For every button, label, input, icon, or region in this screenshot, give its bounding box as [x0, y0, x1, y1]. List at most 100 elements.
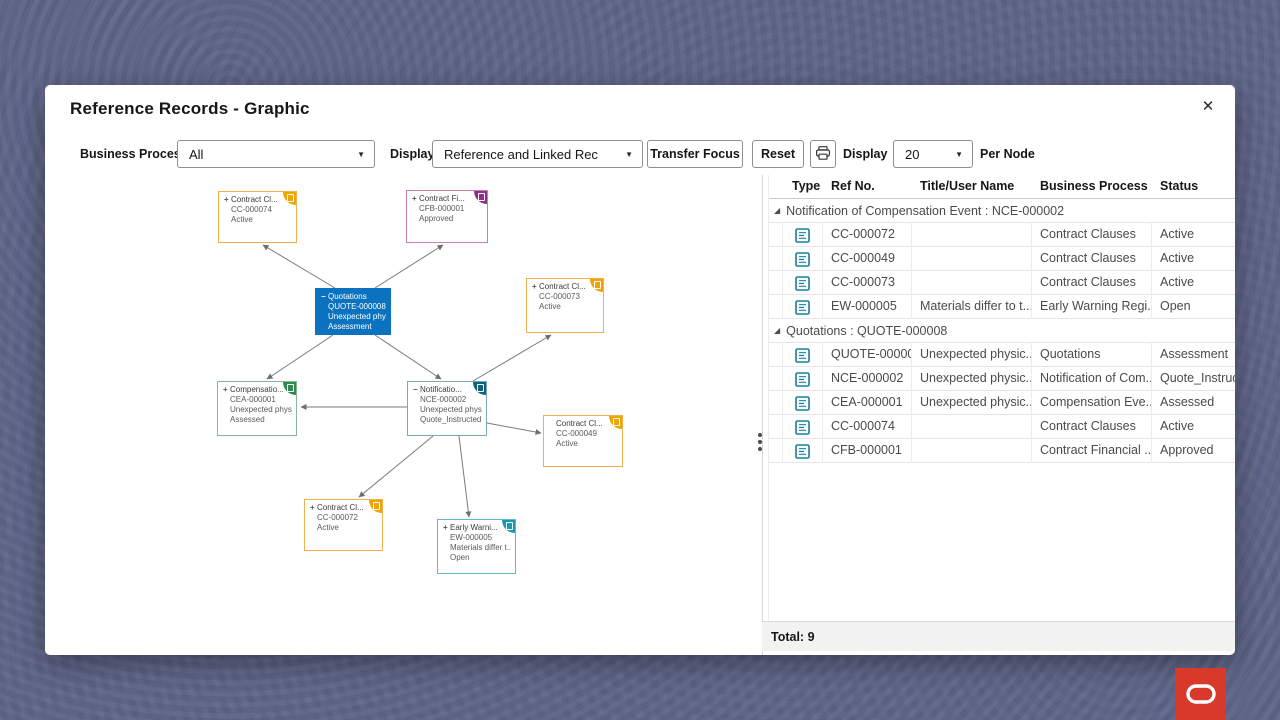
- cell-bp: Contract Clauses: [1032, 415, 1152, 439]
- table-row[interactable]: EW-000005 Materials differ to t... Early…: [769, 295, 1235, 319]
- graph-node-cc-000049[interactable]: Contract Cl... CC-000049 Active: [543, 415, 623, 467]
- node-desc: Unexpected physica...: [413, 405, 482, 415]
- col-header-type: Type: [783, 175, 823, 199]
- cell-ref: CFB-000001: [823, 439, 912, 463]
- cell-title: Unexpected physic...: [912, 367, 1032, 391]
- display-count-label: Display: [843, 147, 887, 161]
- graph-node-quote-000008-focus[interactable]: −Quotations QUOTE-000008 Unexpected phys…: [315, 288, 391, 335]
- cell-ref: EW-000005: [823, 295, 912, 319]
- collapse-icon[interactable]: −: [321, 292, 328, 302]
- cell-bp: Contract Clauses: [1032, 247, 1152, 271]
- node-title: Contract Cl...: [539, 282, 586, 291]
- record-type-icon: [783, 295, 823, 319]
- cell-status: Assessed: [1152, 391, 1235, 415]
- close-icon[interactable]: ✕: [1197, 95, 1219, 117]
- graph-node-cea-000001[interactable]: +Compensatio... CEA-000001 Unexpected ph…: [217, 381, 297, 436]
- cell-status: Active: [1152, 247, 1235, 271]
- print-button[interactable]: [810, 140, 836, 168]
- cell-status: Assessment: [1152, 343, 1235, 367]
- relationship-graph: +Contract Cl... CC-000074 Active +Contra…: [45, 175, 762, 655]
- pane-divider: [762, 175, 763, 655]
- graph-node-ew-000005[interactable]: +Early Warni... EW-000005 Materials diff…: [437, 519, 516, 574]
- group-row-nce[interactable]: ◢ Notification of Compensation Event : N…: [769, 199, 1235, 223]
- collapse-icon[interactable]: −: [413, 385, 420, 395]
- node-title: Compensatio...: [230, 385, 284, 394]
- expand-icon[interactable]: +: [223, 385, 230, 395]
- cell-ref: QUOTE-000008: [823, 343, 912, 367]
- cell-bp: Contract Clauses: [1032, 223, 1152, 247]
- node-ref: EW-000005: [443, 533, 511, 543]
- table-row[interactable]: CEA-000001 Unexpected physic... Compensa…: [769, 391, 1235, 415]
- cell-ref: CC-000049: [823, 247, 912, 271]
- transfer-focus-button[interactable]: Transfer Focus: [647, 140, 743, 168]
- table-row[interactable]: CC-000072 Contract Clauses Active: [769, 223, 1235, 247]
- cell-status: Active: [1152, 223, 1235, 247]
- graph-node-cc-000074[interactable]: +Contract Cl... CC-000074 Active: [218, 191, 297, 243]
- node-title: Contract Fi...: [419, 194, 465, 203]
- cell-title: Materials differ to t...: [912, 295, 1032, 319]
- cell-bp: Notification of Com...: [1032, 367, 1152, 391]
- cell-title: [912, 271, 1032, 295]
- reset-button[interactable]: Reset: [752, 140, 804, 168]
- table-row[interactable]: QUOTE-000008 Unexpected physic... Quotat…: [769, 343, 1235, 367]
- desktop-background: Reference Records - Graphic ✕ Business P…: [0, 0, 1280, 720]
- col-header-title: Title/User Name: [912, 175, 1032, 199]
- node-desc: Unexpected physica: [321, 312, 386, 322]
- col-header-bp: Business Process: [1032, 175, 1152, 199]
- cell-status: Active: [1152, 415, 1235, 439]
- expand-icon[interactable]: +: [532, 282, 539, 292]
- graph-node-nce-000002[interactable]: −Notificatio... NCE-000002 Unexpected ph…: [407, 381, 487, 436]
- graph-node-cc-000073[interactable]: +Contract Cl... CC-000073 Active: [526, 278, 604, 333]
- group-row-quote[interactable]: ◢ Quotations : QUOTE-000008: [769, 319, 1235, 343]
- graph-node-cfb-000001[interactable]: +Contract Fi... CFB-000001 Approved: [406, 190, 488, 243]
- node-title: Early Warni...: [450, 523, 498, 532]
- node-title: Contract Cl...: [317, 503, 364, 512]
- cell-ref: CC-000074: [823, 415, 912, 439]
- table-row[interactable]: CC-000049 Contract Clauses Active: [769, 247, 1235, 271]
- node-status: Assessment: [321, 322, 386, 332]
- record-type-icon: [783, 247, 823, 271]
- table-row[interactable]: CC-000073 Contract Clauses Active: [769, 271, 1235, 295]
- node-title: Contract Cl...: [556, 419, 603, 428]
- oracle-ring-icon: [1184, 681, 1218, 707]
- table-row[interactable]: NCE-000002 Unexpected physic... Notifica…: [769, 367, 1235, 391]
- chevron-down-icon: ▼: [955, 150, 963, 159]
- record-type-icon: [783, 343, 823, 367]
- cell-ref: NCE-000002: [823, 367, 912, 391]
- group-label: Quotations : QUOTE-000008: [786, 324, 947, 338]
- collapse-triangle-icon[interactable]: ◢: [774, 206, 780, 215]
- printer-icon: [815, 145, 831, 164]
- cell-status: Open: [1152, 295, 1235, 319]
- expand-icon[interactable]: +: [443, 523, 450, 533]
- node-status: Active: [532, 302, 599, 312]
- node-ref: CC-000049: [549, 429, 618, 439]
- chevron-down-icon: ▼: [357, 150, 365, 159]
- cell-status: Quote_Instructed: [1152, 367, 1235, 391]
- cell-status: Active: [1152, 271, 1235, 295]
- display-mode-value: Reference and Linked Rec: [444, 147, 598, 162]
- cell-title: [912, 223, 1032, 247]
- record-type-icon: [783, 391, 823, 415]
- expand-icon[interactable]: +: [224, 195, 231, 205]
- table-row[interactable]: CFB-000001 Contract Financial ... Approv…: [769, 439, 1235, 463]
- graph-node-cc-000072[interactable]: +Contract Cl... CC-000072 Active: [304, 499, 383, 551]
- reference-records-table: Type Ref No. Title/User Name Business Pr…: [768, 175, 1235, 620]
- collapse-triangle-icon[interactable]: ◢: [774, 326, 780, 335]
- graph-edges: [45, 175, 762, 655]
- expand-icon[interactable]: +: [310, 503, 317, 513]
- display-mode-select[interactable]: Reference and Linked Rec ▼: [432, 140, 643, 168]
- expand-icon[interactable]: +: [412, 194, 419, 204]
- cell-title: Unexpected physic...: [912, 343, 1032, 367]
- node-status: Approved: [412, 214, 483, 224]
- node-ref: CFB-000001: [412, 204, 483, 214]
- node-status: Active: [310, 523, 378, 533]
- table-footer: Total: 9: [762, 621, 1235, 651]
- page-title: Reference Records - Graphic: [70, 99, 310, 119]
- table-row[interactable]: CC-000074 Contract Clauses Active: [769, 415, 1235, 439]
- display-label: Display: [390, 147, 434, 161]
- per-node-count-select[interactable]: 20 ▼: [893, 140, 973, 168]
- splitter-drag-handle[interactable]: [758, 433, 762, 451]
- business-process-select[interactable]: All ▼: [177, 140, 375, 168]
- record-type-icon: [783, 271, 823, 295]
- node-ref: CC-000073: [532, 292, 599, 302]
